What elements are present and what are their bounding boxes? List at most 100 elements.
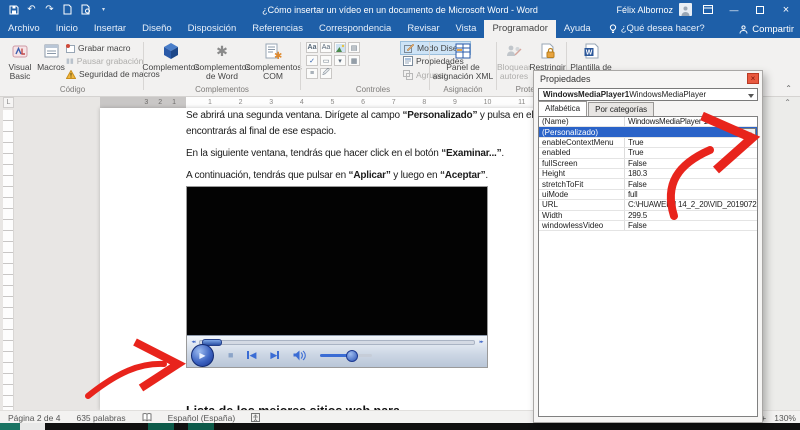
tab-referencias[interactable]: Referencias <box>244 20 311 38</box>
pausar-grabacion-button: ▮▮ Pausar grabación <box>66 56 144 66</box>
tab-alfabetica[interactable]: Alfabética <box>538 101 588 116</box>
save-icon[interactable] <box>8 4 19 15</box>
group-label-complementos: Complementos <box>195 85 249 94</box>
vertical-ruler[interactable] <box>3 110 14 410</box>
word-template-icon: W <box>584 41 599 61</box>
paragraph-1-line-1: Se abrirá una segunda ventana. Dirígete … <box>186 110 579 121</box>
combo-box-control-icon[interactable]: ▭ <box>320 55 332 66</box>
repeating-section-control-icon[interactable]: ≡ <box>306 68 318 79</box>
group-complementos: Complementos ✱ Complementos de Word ✱ Co… <box>142 38 302 95</box>
page-indicator[interactable]: Página 2 de 4 <box>0 413 68 423</box>
object-selector-dropdown[interactable]: WindowsMediaPlayer1 WindowsMediaPlayer <box>538 88 758 101</box>
taskbar-segment <box>20 423 45 430</box>
media-player-control[interactable]: ◂◂ ▸▸ ▶ ■ ◀ ▶ <box>186 186 488 368</box>
close-button[interactable]: × <box>776 0 796 19</box>
video-surface[interactable] <box>187 187 487 336</box>
taskbar-strip <box>0 423 800 430</box>
ribbon-display-options-icon[interactable] <box>698 0 718 19</box>
xml-mapping-icon <box>455 41 471 61</box>
tab-diseno[interactable]: Diseño <box>134 20 180 38</box>
panel-asignacion-xml-button[interactable]: Panel de asignación XML <box>432 41 494 81</box>
ribbon-tab-bar: Archivo Inicio Insertar Diseño Disposici… <box>0 19 800 38</box>
scroll-up-icon[interactable]: ⌃ <box>784 98 791 107</box>
tab-ayuda[interactable]: Ayuda <box>556 20 599 38</box>
next-button[interactable]: ▶ <box>270 350 280 361</box>
bloquear-autores-button: Bloquear autores <box>497 41 531 81</box>
svg-text:✱: ✱ <box>274 51 282 60</box>
volume-slider[interactable] <box>320 349 373 362</box>
group-codigo: Visual Basic Macros Grabar macro ▮▮ Paus… <box>2 38 160 95</box>
tab-archivo[interactable]: Archivo <box>0 20 48 38</box>
red-arrow-annotation-ellipsis <box>640 112 765 224</box>
account-name[interactable]: Félix Albornoz <box>616 5 673 15</box>
tell-me-search[interactable]: ¿Qué desea hacer? <box>599 20 713 38</box>
quick-access-toolbar: ↶ ↷ ▾ <box>0 4 109 15</box>
zoom-level[interactable]: 130% <box>774 413 796 423</box>
tab-insertar[interactable]: Insertar <box>86 20 134 38</box>
tab-programador[interactable]: Programador <box>484 20 556 38</box>
stop-button[interactable]: ■ <box>228 350 233 360</box>
grabar-macro-button[interactable]: Grabar macro <box>66 42 130 54</box>
chevron-down-icon <box>748 94 754 98</box>
properties-panel-title: Propiedades <box>540 74 591 84</box>
tab-correspondencia[interactable]: Correspondencia <box>311 20 399 38</box>
visual-basic-button[interactable]: Visual Basic <box>4 41 36 81</box>
paragraph-2: En la siguiente ventana, tendrás que hac… <box>186 148 505 159</box>
paragraph-1-line-2: encontrarás al final de ese espacio. <box>186 126 337 137</box>
undo-icon[interactable]: ↶ <box>26 4 37 15</box>
player-controls: ◂◂ ▸▸ ▶ ■ ◀ ▶ <box>187 335 487 367</box>
properties-close-button[interactable]: × <box>747 73 759 84</box>
controls-gallery: Aa Aa ▤ ✓ ▭ ▾ ▦ ≡ 🖉 <box>306 42 361 80</box>
taskbar-segment <box>188 423 214 430</box>
word-count[interactable]: 635 palabras <box>68 413 133 423</box>
volume-thumb[interactable] <box>346 349 359 362</box>
properties-icon <box>403 56 413 66</box>
date-picker-control-icon[interactable]: ▦ <box>348 55 360 66</box>
previous-button[interactable]: ◀ <box>247 350 256 361</box>
tab-revisar[interactable]: Revisar <box>399 20 447 38</box>
mute-icon[interactable] <box>293 350 307 361</box>
group-label-codigo: Código <box>59 85 86 94</box>
restore-button[interactable] <box>750 0 770 19</box>
proofing-icon[interactable] <box>134 413 160 422</box>
plain-text-control-icon[interactable]: Aa <box>320 42 332 53</box>
dropdown-control-icon[interactable]: ▾ <box>334 55 346 66</box>
svg-text:W: W <box>585 50 592 57</box>
pause-recording-icon: ▮▮ <box>66 58 74 65</box>
vertical-scrollbar[interactable]: ⌃ <box>763 96 800 410</box>
share-button[interactable]: Compartir <box>739 24 794 35</box>
macros-button[interactable]: Macros <box>37 41 65 72</box>
tab-disposicion[interactable]: Disposición <box>180 20 245 38</box>
picture-control-icon[interactable] <box>334 42 346 53</box>
redo-icon[interactable]: ↷ <box>44 4 55 15</box>
macro-security-warning-icon <box>66 69 76 79</box>
macros-icon <box>44 41 59 61</box>
complementos-word-button[interactable]: ✱ Complementos de Word <box>193 41 250 81</box>
print-preview-icon[interactable] <box>80 4 91 15</box>
addin-cube-icon <box>162 41 180 61</box>
building-block-control-icon[interactable]: ▤ <box>348 42 360 53</box>
group-asignacion: Panel de asignación XML Asignación <box>431 38 495 95</box>
accessibility-icon[interactable] <box>243 413 268 422</box>
complementos-button[interactable]: Complementos <box>142 41 200 72</box>
collapse-ribbon-icon[interactable]: ⌃ <box>785 84 792 93</box>
tab-inicio[interactable]: Inicio <box>48 20 86 38</box>
new-document-icon[interactable] <box>62 4 73 15</box>
customize-qat-icon[interactable]: ▾ <box>98 4 109 15</box>
visual-basic-icon <box>12 41 28 61</box>
rich-text-control-icon[interactable]: Aa <box>306 42 318 53</box>
block-authors-icon <box>506 41 522 61</box>
tab-vista[interactable]: Vista <box>448 20 485 38</box>
lightbulb-icon <box>609 23 617 34</box>
paragraph-3: A continuación, tendrás que pulsar en “A… <box>186 170 488 181</box>
checkbox-control-icon[interactable]: ✓ <box>306 55 318 66</box>
complementos-com-button[interactable]: ✱ Complementos COM <box>244 41 302 81</box>
language-indicator[interactable]: Español (España) <box>160 413 244 423</box>
ruler-margin-numbers: 3 2 1 <box>144 99 180 106</box>
red-arrow-annotation-player <box>80 332 195 407</box>
legacy-tools-icon[interactable]: 🖉 <box>320 68 332 79</box>
avatar[interactable] <box>679 3 692 16</box>
word-addins-gear-icon: ✱ <box>216 42 228 59</box>
minimize-button[interactable]: — <box>724 0 744 19</box>
tab-selector[interactable]: L <box>3 97 14 108</box>
